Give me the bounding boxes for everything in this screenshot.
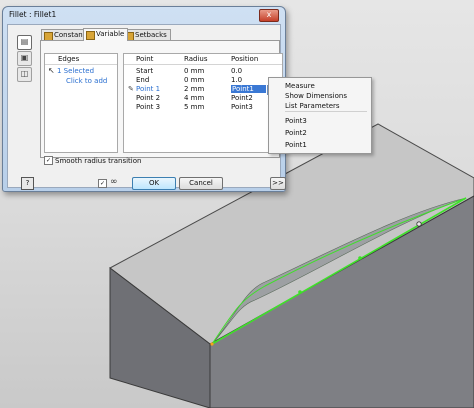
dialog-client-area: ▤ ▣ ◫ Constant Variable Setbacks Edges ↖… (7, 24, 286, 190)
ok-button[interactable]: OK (132, 177, 176, 190)
select-arrow-icon: ↖ (48, 66, 55, 75)
tab-variable[interactable]: Variable (83, 28, 129, 41)
edges-list[interactable]: Edges ↖ 1 Selected Click to add (44, 53, 118, 153)
more-options-button[interactable]: >> (270, 177, 286, 190)
tab-setbacks-label: Setbacks (135, 31, 167, 39)
table-row[interactable]: Start 0 mm 0.0 (124, 67, 282, 76)
menu-item-point1[interactable]: Point1 (285, 141, 307, 149)
menu-separator (285, 111, 367, 112)
cancel-button[interactable]: Cancel (179, 177, 223, 190)
dialog-titlebar[interactable]: Fillet : Fillet1 x (3, 7, 285, 23)
preview-checkbox[interactable]: ✓ (98, 179, 107, 188)
point1-marker[interactable] (358, 256, 362, 260)
point2-marker[interactable] (298, 290, 302, 294)
menu-item-show-dimensions[interactable]: Show Dimensions (285, 92, 347, 100)
table-row-selected[interactable]: ✎ Point 1 2 mm Point1 ▼ (124, 85, 282, 95)
radius-cell[interactable]: 0 mm (184, 76, 204, 84)
col-header-point: Point (136, 55, 154, 63)
col-header-radius: Radius (184, 55, 208, 63)
dialog-button-bar: ? ✓ ∞ OK Cancel >> (12, 175, 286, 197)
point-cell: Start (136, 67, 154, 75)
help-button[interactable]: ? (21, 177, 34, 190)
glasses-preview-icon: ∞ (110, 177, 118, 187)
position-cell[interactable]: Point2 (231, 94, 253, 102)
position-context-menu: Measure Show Dimensions List Parameters … (268, 77, 372, 154)
position-edit-field[interactable]: Point1 (231, 85, 266, 93)
variable-tab-icon (86, 31, 95, 40)
position-cell[interactable]: Point3 (231, 103, 253, 111)
edges-header: Edges (45, 54, 117, 65)
table-row[interactable]: Point 2 4 mm Point2 (124, 94, 282, 103)
edges-header-label: Edges (58, 55, 80, 63)
edge-fillet-mode-icon[interactable]: ▤ (17, 35, 32, 50)
menu-item-point3[interactable]: Point3 (285, 117, 307, 125)
edges-click-to-add[interactable]: Click to add (66, 77, 107, 85)
col-header-position: Position (231, 55, 259, 63)
table-row[interactable]: Point 3 5 mm Point3 (124, 103, 282, 112)
menu-item-list-parameters[interactable]: List Parameters (285, 102, 340, 110)
radius-cell[interactable]: 2 mm (184, 85, 204, 93)
position-cell[interactable]: 0.0 (231, 67, 242, 75)
start-point-marker[interactable] (210, 342, 214, 346)
menu-item-point2[interactable]: Point2 (285, 129, 307, 137)
table-row[interactable]: End 0 mm 1.0 (124, 76, 282, 85)
points-table[interactable]: Point Radius Position Start 0 mm 0.0 End… (123, 53, 283, 153)
table-header-divider (124, 64, 282, 65)
pencil-icon: ✎ (128, 85, 134, 93)
tab-constant-label: Constant (54, 31, 86, 39)
close-button[interactable]: x (259, 9, 279, 22)
point-cell: Point 2 (136, 94, 161, 102)
fillet-dialog: Fillet : Fillet1 x ▤ ▣ ◫ Constant Variab… (2, 6, 286, 192)
radius-cell[interactable]: 4 mm (184, 94, 204, 102)
face-fillet-mode-icon[interactable]: ▣ (17, 51, 32, 66)
point-cell: Point 1 (136, 85, 161, 93)
smooth-radius-checkbox[interactable]: ✓ (44, 156, 53, 165)
menu-item-measure[interactable]: Measure (285, 82, 315, 90)
smooth-radius-option[interactable]: ✓ Smooth radius transition (44, 156, 141, 165)
smooth-radius-label: Smooth radius transition (55, 156, 142, 165)
point-cell: End (136, 76, 150, 84)
radius-cell[interactable]: 5 mm (184, 103, 204, 111)
edges-selected-item[interactable]: 1 Selected (57, 67, 94, 75)
full-round-fillet-mode-icon[interactable]: ◫ (17, 67, 32, 82)
tab-variable-label: Variable (96, 30, 125, 38)
point3-marker[interactable] (416, 221, 422, 227)
point-cell: Point 3 (136, 103, 161, 111)
dialog-title: Fillet : Fillet1 (9, 10, 57, 19)
position-cell[interactable]: 1.0 (231, 76, 242, 84)
radius-cell[interactable]: 0 mm (184, 67, 204, 75)
